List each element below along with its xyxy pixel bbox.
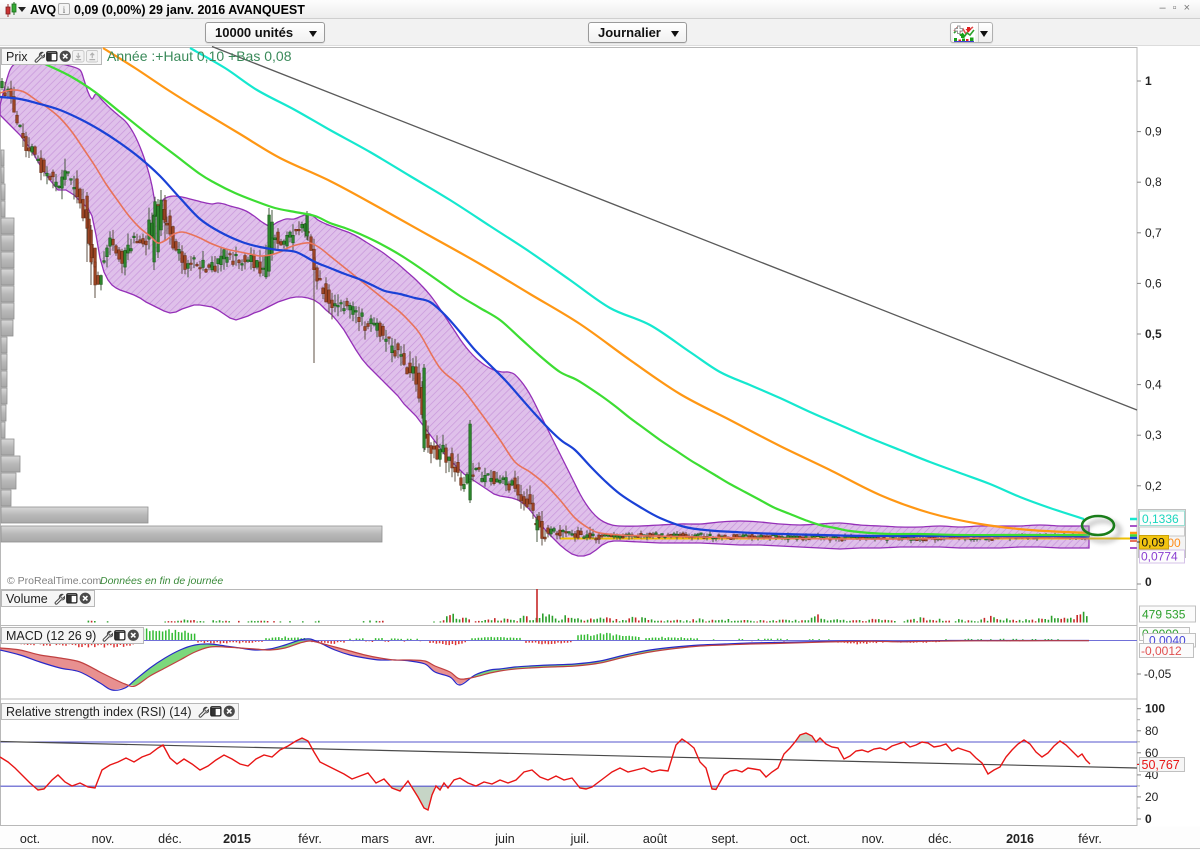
svg-text:479 535: 479 535 [1142, 608, 1186, 622]
svg-text:mars: mars [361, 832, 389, 846]
svg-text:nov.: nov. [92, 832, 115, 846]
svg-text:sept.: sept. [711, 832, 738, 846]
svg-text:0,4: 0,4 [1145, 378, 1162, 392]
svg-text:0,8: 0,8 [1145, 175, 1162, 189]
svg-text:Données en fin de journée: Données en fin de journée [100, 575, 223, 587]
svg-text:oct.: oct. [790, 832, 810, 846]
svg-text:déc.: déc. [928, 832, 952, 846]
svg-text:-0,0012: -0,0012 [1141, 644, 1182, 658]
svg-text:0: 0 [1145, 575, 1152, 589]
svg-text:0,7: 0,7 [1145, 226, 1162, 240]
svg-text:0,1336: 0,1336 [1142, 512, 1179, 526]
svg-text:0,0774: 0,0774 [1141, 550, 1178, 564]
svg-text:1: 1 [1145, 74, 1152, 88]
svg-text:0: 0 [1145, 812, 1152, 826]
svg-text:100: 100 [1145, 702, 1165, 716]
svg-text:oct.: oct. [20, 832, 40, 846]
svg-text:févr.: févr. [298, 832, 322, 846]
svg-text:2016: 2016 [1006, 832, 1034, 846]
svg-text:avr.: avr. [415, 832, 435, 846]
svg-text:déc.: déc. [158, 832, 182, 846]
svg-text:0,6: 0,6 [1145, 276, 1162, 290]
svg-text:juin: juin [494, 832, 515, 846]
svg-text:2015: 2015 [223, 832, 251, 846]
svg-text:0,5: 0,5 [1145, 327, 1162, 341]
svg-text:80: 80 [1145, 724, 1159, 738]
svg-text:0,2: 0,2 [1145, 479, 1162, 493]
svg-text:50,767: 50,767 [1142, 758, 1180, 772]
svg-text:-0,05: -0,05 [1144, 667, 1172, 681]
svg-text:août: août [643, 832, 668, 846]
svg-text:nov.: nov. [862, 832, 885, 846]
svg-text:0,3: 0,3 [1145, 428, 1162, 442]
svg-text:févr.: févr. [1078, 832, 1102, 846]
svg-text:20: 20 [1145, 790, 1159, 804]
svg-text:0,9: 0,9 [1145, 125, 1162, 139]
svg-text:© ProRealTime.com: © ProRealTime.com [7, 575, 102, 587]
svg-text:juil.: juil. [570, 832, 590, 846]
svg-text:0,09: 0,09 [1142, 536, 1166, 550]
